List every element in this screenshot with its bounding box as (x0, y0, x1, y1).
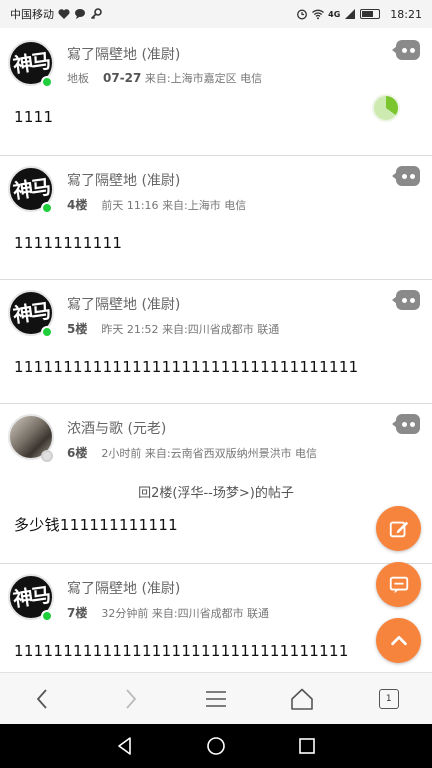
chat-icon (75, 9, 85, 19)
post-source: 来自:四川省成都市 联通 (151, 607, 270, 620)
post-item: 浓酒与歌 (元老) 6楼 2小时前 来自:云南省西双版纳州景洪市 电信 回2楼(… (0, 406, 432, 564)
floor-number: 7楼 (67, 606, 88, 620)
floor-number: 地板 (67, 72, 89, 85)
post-content: 1111111111111111111111111111111111 (14, 642, 349, 660)
post-time: 07-27 (103, 71, 142, 85)
wifi-icon (312, 9, 325, 20)
reply-button[interactable] (392, 166, 420, 186)
back-icon (36, 688, 47, 709)
online-indicator (41, 202, 53, 214)
post-time: 32分钟前 (101, 607, 149, 620)
nav-recents-button[interactable] (292, 731, 322, 761)
signal-icon (345, 9, 356, 19)
post-content: 1111 (14, 108, 54, 126)
avatar-logo: 神马 (11, 48, 51, 78)
scroll-top-button[interactable] (376, 618, 421, 663)
menu-button[interactable] (196, 679, 236, 719)
post-content: 11111111111111111111111111111111111 (14, 358, 359, 376)
reply-button[interactable] (392, 290, 420, 310)
edit-post-button[interactable] (376, 506, 421, 551)
floor-number: 5楼 (67, 322, 88, 336)
edit-icon (389, 521, 408, 537)
post-time: 2小时前 (101, 447, 142, 460)
status-bar: 中国移动 4G 18:21 (0, 0, 432, 28)
username[interactable]: 寫了隔壁地 (准尉) (67, 578, 180, 598)
post-meta: 地板 07-27 来自:上海市嘉定区 电信 (67, 70, 262, 86)
username[interactable]: 寫了隔壁地 (准尉) (67, 170, 180, 190)
post-content: 11111111111 (14, 234, 123, 252)
post-source: 来自:上海市嘉定区 电信 (144, 72, 263, 85)
forward-button[interactable] (110, 679, 150, 719)
post-item: 神马 寫了隔壁地 (准尉) 5楼 昨天 21:52 来自:四川省成都市 联通 1… (0, 282, 432, 404)
post-feed: 神马 寫了隔壁地 (准尉) 地板 07-27 来自:上海市嘉定区 电信 1111… (0, 32, 432, 670)
online-indicator (41, 76, 53, 88)
browser-toolbar: 1 (0, 672, 432, 724)
battery-icon (360, 9, 381, 19)
post-source: 来自:上海市 电信 (162, 199, 247, 212)
scroll-top-icon (390, 635, 407, 645)
username[interactable]: 浓酒与歌 (元老) (67, 418, 166, 438)
reply-button[interactable] (392, 40, 420, 60)
post-meta: 6楼 2小时前 来自:云南省西双版纳州景洪市 电信 (67, 444, 317, 461)
avatar-logo: 神马 (11, 174, 51, 204)
post-meta: 5楼 昨天 21:52 来自:四川省成都市 联通 (67, 320, 279, 337)
clock: 18:21 (390, 7, 422, 21)
username[interactable]: 寫了隔壁地 (准尉) (67, 44, 180, 64)
post-item: 神马 寫了隔壁地 (准尉) 地板 07-27 来自:上海市嘉定区 电信 1111 (0, 32, 432, 156)
progress-pie-icon[interactable] (372, 94, 400, 122)
avatar-logo: 神马 (11, 582, 51, 612)
post-meta: 7楼 32分钟前 来自:四川省成都市 联通 (67, 604, 269, 621)
offline-indicator (41, 450, 53, 462)
post-time: 前天 11:16 (101, 199, 159, 212)
comment-button[interactable] (376, 562, 421, 607)
comment-icon (389, 576, 408, 593)
online-indicator (41, 326, 53, 338)
nav-back-button[interactable] (110, 731, 140, 761)
post-time: 昨天 21:52 (101, 323, 159, 336)
nav-recents-icon (298, 738, 315, 754)
nav-home-icon (207, 737, 225, 755)
menu-icon (205, 690, 226, 707)
tabs-button[interactable]: 1 (369, 679, 409, 719)
post-meta: 4楼 前天 11:16 来自:上海市 电信 (67, 196, 246, 213)
tabs-icon: 1 (378, 688, 399, 709)
back-button[interactable] (23, 679, 63, 719)
post-content: 多少钱111111111111 (14, 516, 179, 534)
reply-button[interactable] (392, 414, 420, 434)
network-type: 4G (328, 9, 341, 19)
online-indicator (41, 610, 53, 622)
system-nav-bar (0, 724, 432, 768)
forward-icon (125, 688, 136, 709)
quote-reference[interactable]: 回2楼(浮华--场梦>)的帖子 (0, 482, 432, 501)
floor-number: 4楼 (67, 198, 88, 212)
heart-icon (58, 9, 70, 19)
alarm-icon (297, 9, 308, 20)
nav-home-button[interactable] (201, 731, 231, 761)
home-icon (291, 688, 314, 710)
floor-number: 6楼 (67, 446, 88, 460)
carrier-label: 中国移动 (10, 8, 54, 21)
post-item: 神马 寫了隔壁地 (准尉) 7楼 32分钟前 来自:四川省成都市 联通 1111… (0, 566, 432, 670)
username[interactable]: 寫了隔壁地 (准尉) (67, 294, 180, 314)
avatar-logo: 神马 (11, 298, 51, 328)
post-item: 神马 寫了隔壁地 (准尉) 4楼 前天 11:16 来自:上海市 电信 1111… (0, 158, 432, 280)
key-icon (90, 8, 102, 20)
post-source: 来自:四川省成都市 联通 (162, 323, 280, 336)
home-button[interactable] (282, 679, 322, 719)
nav-back-icon (118, 737, 132, 755)
post-source: 来自:云南省西双版纳州景洪市 电信 (144, 447, 318, 460)
